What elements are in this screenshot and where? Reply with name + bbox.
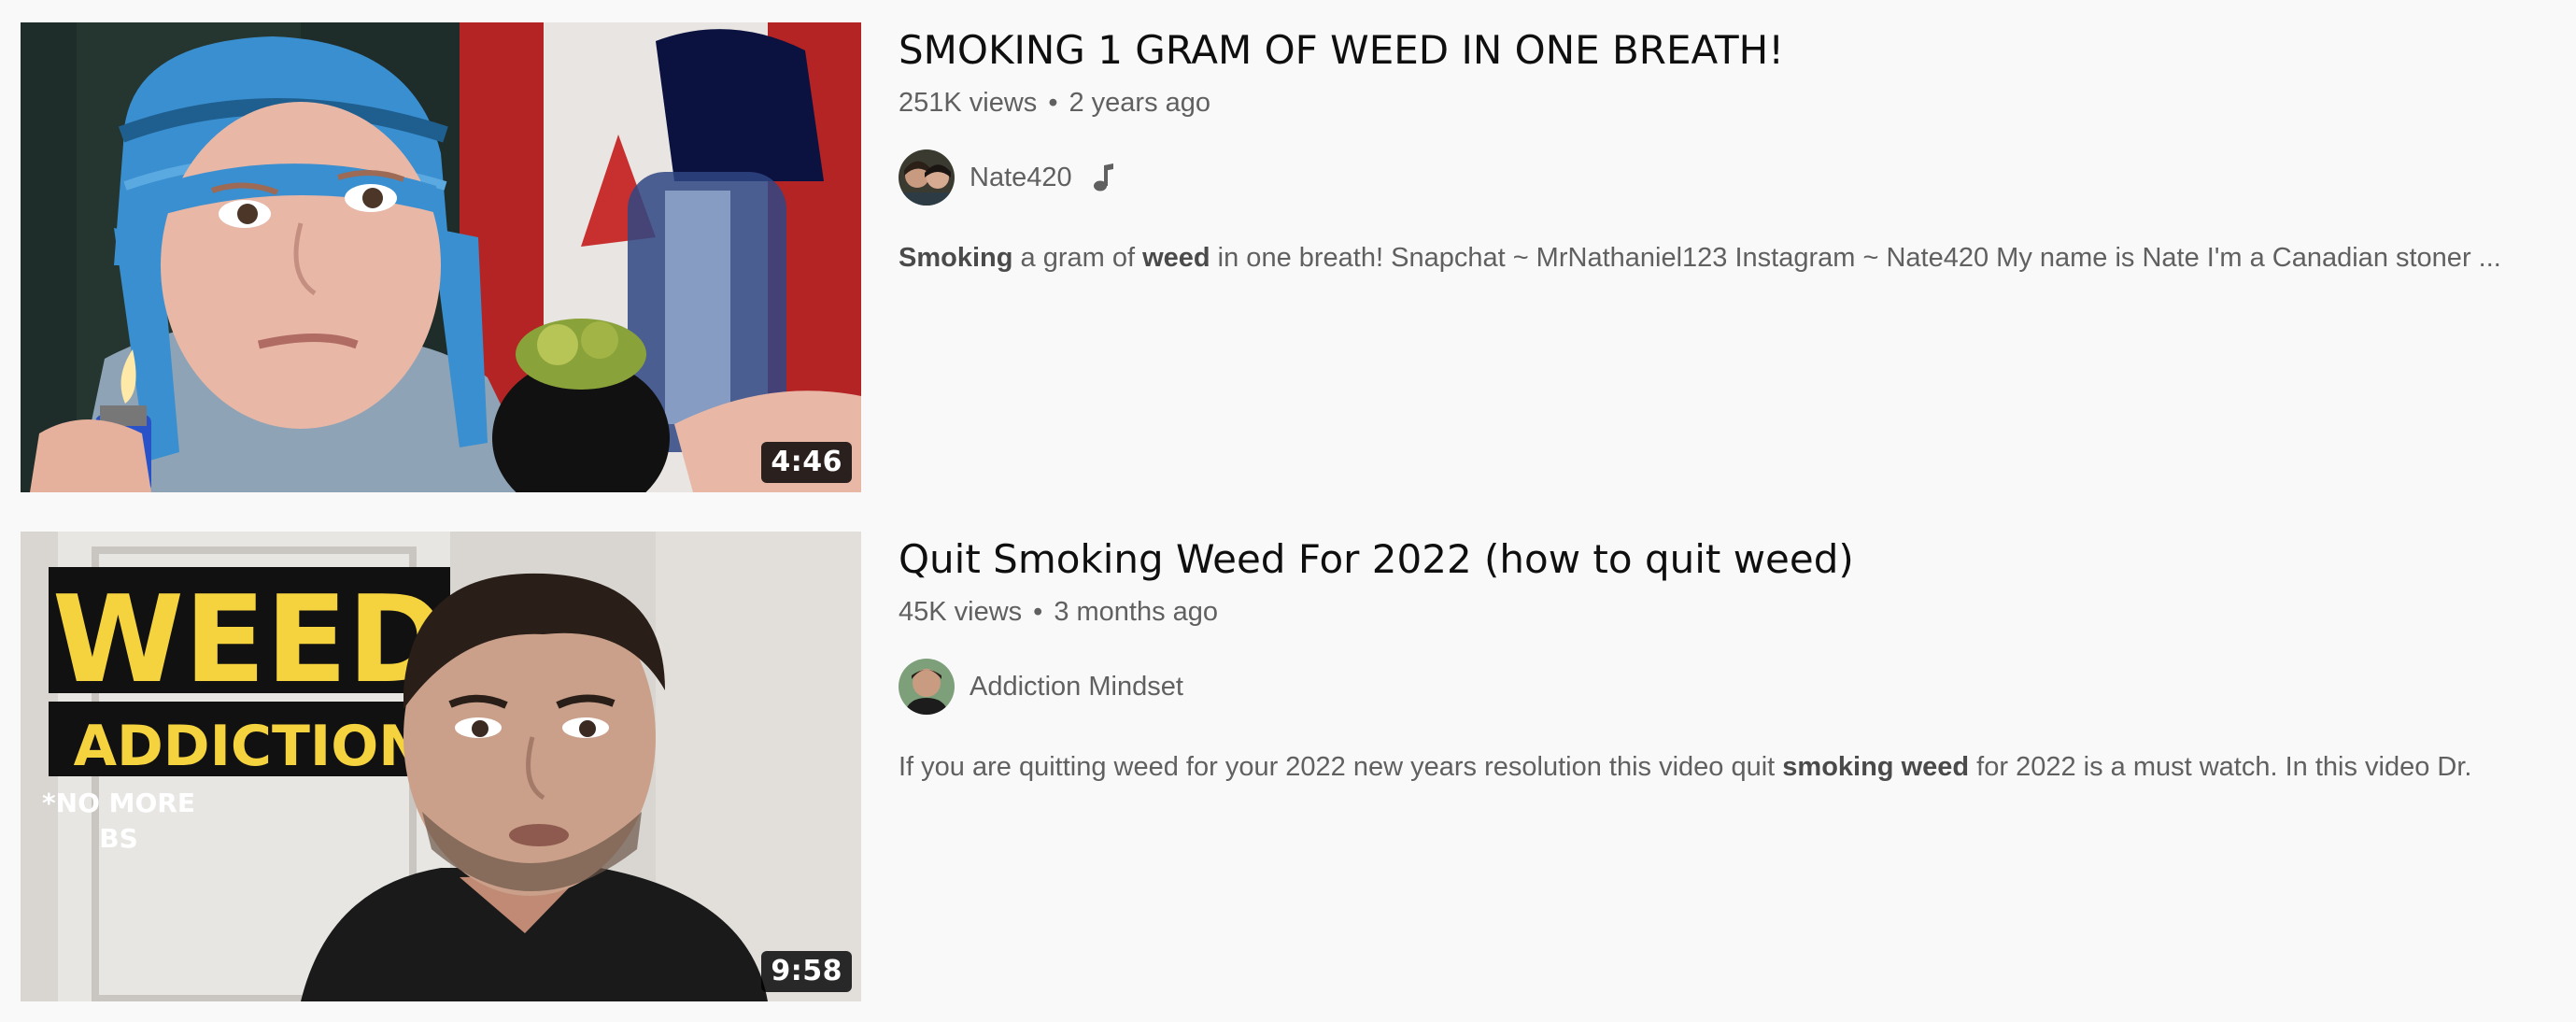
video-title[interactable]: SMOKING 1 GRAM OF WEED IN ONE BREATH! xyxy=(899,21,2561,80)
description-text: a gram of xyxy=(1012,243,1143,273)
thumbnail-subtitle-line2: BS xyxy=(99,823,138,854)
video-title[interactable]: Quit Smoking Weed For 2022 (how to quit … xyxy=(899,530,2561,589)
search-results: 4:46 SMOKING 1 GRAM OF WEED IN ONE BREAT… xyxy=(0,0,2576,1022)
description-text: for 2022 is a must watch. In this video … xyxy=(1969,752,2472,782)
video-duration-badge: 4:46 xyxy=(761,442,852,483)
thumbnail-title-line1: WEED xyxy=(52,571,446,710)
music-note-icon xyxy=(1089,162,1115,193)
video-result[interactable]: 4:46 SMOKING 1 GRAM OF WEED IN ONE BREAT… xyxy=(0,21,2576,493)
channel-avatar[interactable] xyxy=(899,659,955,715)
video-description: If you are quitting weed for your 2022 n… xyxy=(899,746,2561,788)
view-count: 251K views xyxy=(899,88,1038,118)
meta-separator: • xyxy=(1048,88,1058,118)
video-result[interactable]: WEED ADDICTION *NO MORE BS 9:58 Quit Smo… xyxy=(0,530,2576,1002)
thumbnail-image xyxy=(21,22,861,492)
meta-separator: • xyxy=(1033,597,1043,627)
thumbnail-title-line2: ADDICTION xyxy=(74,714,426,779)
video-info: Quit Smoking Weed For 2022 (how to quit … xyxy=(899,530,2561,788)
channel-name[interactable]: Addiction Mindset xyxy=(970,672,1183,703)
view-count: 45K views xyxy=(899,597,1023,627)
thumbnail-image: WEED ADDICTION *NO MORE BS xyxy=(21,532,861,1001)
video-metadata: 251K views • 2 years ago xyxy=(899,84,2561,121)
video-description: Smoking a gram of weed in one breath! Sn… xyxy=(899,237,2524,279)
upload-age: 3 months ago xyxy=(1054,597,1219,627)
description-text: If you are quitting weed for your 2022 n… xyxy=(899,752,1783,782)
video-info: SMOKING 1 GRAM OF WEED IN ONE BREATH! 25… xyxy=(899,21,2561,279)
video-thumbnail[interactable]: 4:46 xyxy=(21,22,861,492)
channel-avatar[interactable] xyxy=(899,149,955,206)
channel-link[interactable]: Addiction Mindset xyxy=(899,657,2561,717)
channel-link[interactable]: Nate420 xyxy=(899,148,2561,207)
video-thumbnail[interactable]: WEED ADDICTION *NO MORE BS 9:58 xyxy=(21,532,861,1001)
upload-age: 2 years ago xyxy=(1069,88,1211,118)
video-metadata: 45K views • 3 months ago xyxy=(899,593,2561,631)
description-highlight: Smoking xyxy=(899,243,1013,273)
description-text: in one breath! Snapchat ~ MrNathaniel123… xyxy=(1210,243,2501,273)
description-highlight: weed xyxy=(1142,243,1210,273)
description-highlight: smoking weed xyxy=(1782,752,1970,782)
channel-name[interactable]: Nate420 xyxy=(970,163,1072,193)
video-duration-badge: 9:58 xyxy=(761,951,852,992)
thumbnail-subtitle-line1: *NO MORE xyxy=(42,788,195,818)
